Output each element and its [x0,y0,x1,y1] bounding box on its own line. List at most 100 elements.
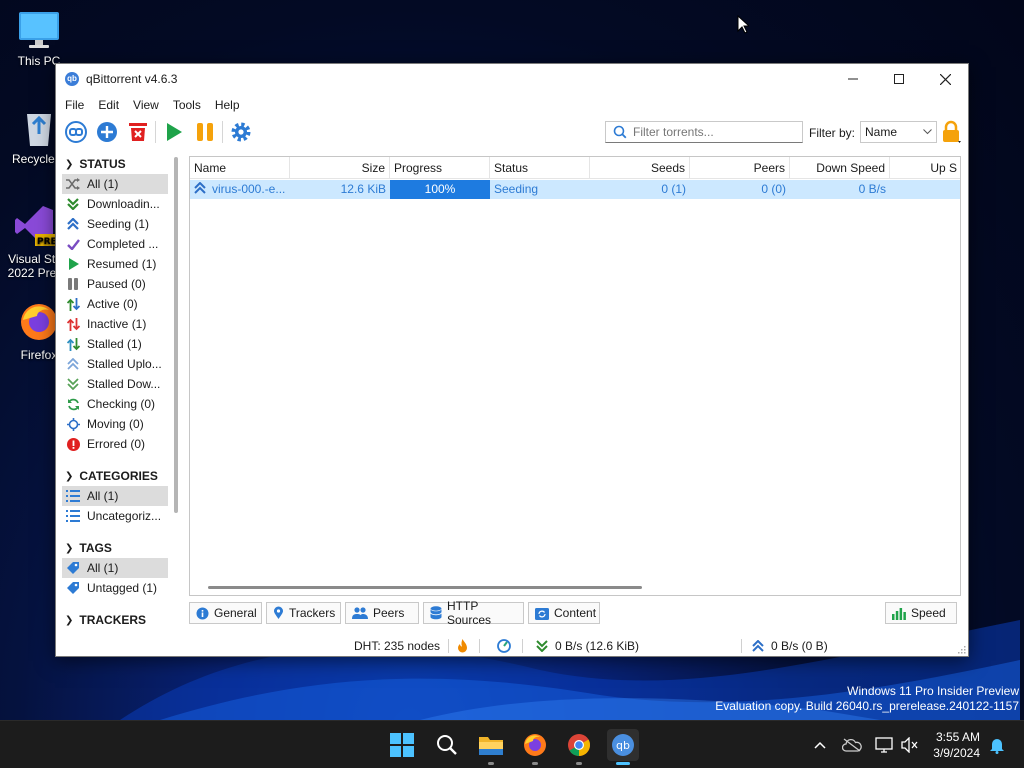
tags-section-header[interactable]: ❯ TAGS [62,538,168,558]
download-speed-status[interactable]: 0 B/s (12.6 KiB) [536,636,639,656]
alt-speed-button[interactable] [457,636,468,656]
status-filter-label: Completed ... [87,237,159,251]
status-filter-item[interactable]: Paused (0) [62,274,168,294]
status-filter-label: Stalled Dow... [87,377,161,391]
column-header-down-speed[interactable]: Down Speed [790,157,890,179]
horizontal-scrollbar[interactable] [208,586,642,589]
tab-trackers[interactable]: Trackers [266,602,341,624]
options-button[interactable] [225,118,256,146]
status-filter-label: Seeding (1) [87,217,150,231]
status-filter-item[interactable]: Stalled Dow... [62,374,168,394]
system-clock[interactable]: 3:55 AM 3/9/2024 [933,729,980,761]
tab-general[interactable]: General [189,602,262,624]
status-filter-item[interactable]: Completed ... [62,234,168,254]
qbittorrent-icon: qb [612,734,634,756]
file-explorer-button[interactable] [475,729,507,765]
lock-ui-button[interactable] [940,120,962,147]
notifications-button[interactable] [987,735,1007,755]
minimize-button[interactable] [830,64,876,94]
status-filter-item[interactable]: Seeding (1) [62,214,168,234]
table-row[interactable]: virus-000.-e... 12.6 KiB 100% Seeding 0 … [190,180,960,199]
column-header-peers[interactable]: Peers [690,157,790,179]
categories-header-label: CATEGORIES [79,469,158,483]
status-filter-item[interactable]: Stalled (1) [62,334,168,354]
menu-view[interactable]: View [126,98,166,112]
close-button[interactable] [922,64,968,94]
status-filter-label: Active (0) [87,297,138,311]
tab-http-sources[interactable]: HTTP Sources [423,599,524,627]
resume-button[interactable] [158,118,189,146]
qbittorrent-window: qb qBittorrent v4.6.3 File Edit View Too… [55,63,969,657]
column-header-size[interactable]: Size [290,157,390,179]
title-bar[interactable]: qb qBittorrent v4.6.3 [56,64,968,94]
chrome-taskbar-button[interactable] [563,729,595,765]
status-filter-item[interactable]: Moving (0) [62,414,168,434]
cloud-offline-icon [842,738,862,752]
add-torrent-link-button[interactable] [60,118,91,146]
search-button[interactable] [431,729,463,761]
delete-torrent-button[interactable] [122,118,153,146]
maximize-button[interactable] [876,64,922,94]
play-icon [166,123,182,141]
categories-section-header[interactable]: ❯ CATEGORIES [62,466,168,486]
start-button[interactable] [386,729,418,761]
tab-label: General [214,606,257,620]
recycle-bin-icon [27,114,51,146]
chevron-down-icon [923,129,932,135]
side-panel-scrollbar[interactable] [174,157,178,513]
menu-file[interactable]: File [58,98,91,112]
status-filter-item[interactable]: Checking (0) [62,394,168,414]
running-indicator [532,762,538,765]
status-filter-item[interactable]: Active (0) [62,294,168,314]
connection-status-button[interactable] [497,636,511,656]
status-filter-item[interactable]: All (1) [62,174,168,194]
toolbar-separator [222,121,223,143]
pause-button[interactable] [189,118,220,146]
add-torrent-file-button[interactable] [91,118,122,146]
column-header-progress[interactable]: Progress [390,157,490,179]
gear-icon [231,122,250,142]
clock-date: 3/9/2024 [933,746,980,760]
cell-size: 12.6 KiB [340,182,386,196]
tag-untagged[interactable]: Untagged (1) [62,578,168,598]
category-all[interactable]: All (1) [62,486,168,506]
status-filter-item[interactable]: Inactive (1) [62,314,168,334]
plus-circle-icon [96,122,117,142]
resize-grip-icon[interactable] [956,644,966,654]
status-filter-item[interactable]: Errored (0) [62,434,168,454]
filter-by-select[interactable]: Name [860,121,937,143]
tab-content[interactable]: Content [528,602,600,624]
status-filter-item[interactable]: Downloadin... [62,194,168,214]
tag-all[interactable]: All (1) [62,558,168,578]
column-header-status[interactable]: Status [490,157,590,179]
menu-help[interactable]: Help [208,98,247,112]
qbittorrent-taskbar-button[interactable]: qb [607,729,639,765]
column-header-seeds[interactable]: Seeds [590,157,690,179]
cell-peers: 0 (0) [761,182,786,196]
status-filter-item[interactable]: Resumed (1) [62,254,168,274]
network-tray-button[interactable] [874,735,894,755]
upload-speed-status[interactable]: 0 B/s (0 B) [752,636,828,656]
tag-icon [66,581,80,595]
firefox-taskbar-button[interactable] [519,729,551,765]
column-header-name[interactable]: Name [190,157,290,179]
chevron-down-icon: ❯ [65,470,74,482]
volume-tray-button[interactable] [900,735,920,755]
desktop-icon-this-pc[interactable]: This PC [4,10,74,68]
tab-speed[interactable]: Speed [885,602,957,624]
minimize-icon [848,78,858,80]
onedrive-tray-button[interactable] [842,735,862,755]
status-filter-item[interactable]: Stalled Uplo... [62,354,168,374]
tab-peers[interactable]: Peers [345,602,419,624]
status-section-header[interactable]: ❯ STATUS [62,154,168,174]
network-icon [875,737,893,753]
info-icon [196,607,209,620]
show-hidden-icons-button[interactable] [810,735,830,755]
menu-tools[interactable]: Tools [166,98,208,112]
filter-torrents-input[interactable] [633,125,793,139]
trackers-section-header[interactable]: ❯ TRACKERS [62,610,168,630]
seeding-icon [194,181,206,194]
category-uncategorized[interactable]: Uncategoriz... [62,506,168,526]
column-header-up-speed[interactable]: Up S [890,157,960,179]
menu-edit[interactable]: Edit [91,98,126,112]
